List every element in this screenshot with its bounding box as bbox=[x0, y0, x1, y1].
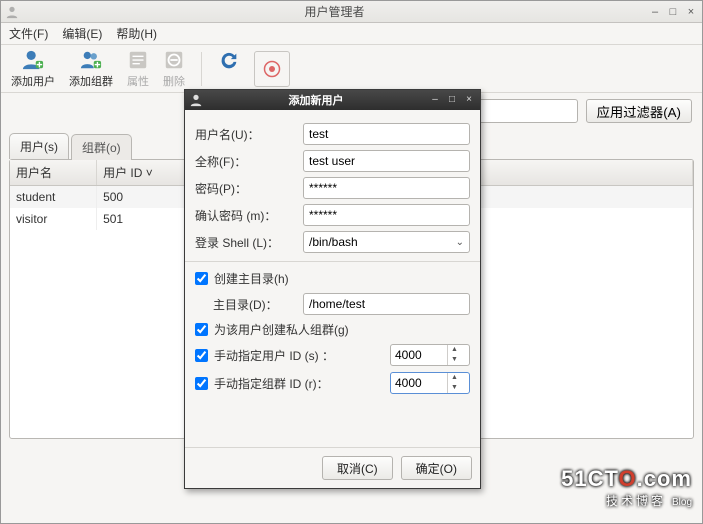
watermark: 51CTO.com 技术博客 Blog bbox=[561, 466, 692, 509]
down-arrow-icon[interactable]: ▼ bbox=[448, 355, 461, 365]
specify-gid-label: 手动指定组群 ID (r)： bbox=[214, 375, 384, 392]
cell-name: student bbox=[10, 186, 97, 209]
home-dir-label: 主目录(D)： bbox=[213, 296, 295, 313]
properties-label: 属性 bbox=[127, 73, 149, 89]
home-dir-field[interactable] bbox=[303, 293, 470, 315]
wm-1c: .com bbox=[637, 466, 692, 491]
down-arrow-icon[interactable]: ▼ bbox=[448, 383, 461, 393]
cancel-button[interactable]: 取消(C) bbox=[322, 456, 393, 480]
menu-file[interactable]: 文件(F) bbox=[9, 25, 48, 42]
shell-value: /bin/bash bbox=[309, 235, 358, 249]
tab-users[interactable]: 用户(s) bbox=[9, 133, 69, 159]
maximize-icon[interactable]: □ bbox=[666, 5, 680, 19]
chevron-down-icon: ⌄ bbox=[456, 237, 464, 248]
specify-uid-checkbox[interactable] bbox=[195, 349, 208, 362]
refresh-icon bbox=[218, 49, 240, 71]
private-group-box[interactable] bbox=[195, 323, 208, 336]
password-label: 密码(P)： bbox=[195, 180, 295, 197]
dialog-close-icon[interactable]: × bbox=[462, 93, 476, 107]
menu-edit[interactable]: 编辑(E) bbox=[62, 25, 102, 42]
confirm-label: 确认密码 (m)： bbox=[195, 207, 295, 224]
apply-filter-button[interactable]: 应用过滤器(A) bbox=[586, 99, 692, 123]
dialog-title: 添加新用户 bbox=[207, 92, 425, 108]
specify-uid-row: 手动指定用户 ID (s) ： ▲▼ bbox=[195, 344, 470, 366]
cell-name: visitor bbox=[10, 208, 97, 230]
menubar: 文件(F) 编辑(E) 帮助(H) bbox=[1, 23, 702, 45]
private-group-checkbox[interactable]: 为该用户创建私人组群(g) bbox=[195, 321, 470, 338]
properties-icon bbox=[127, 49, 149, 71]
menu-help[interactable]: 帮助(H) bbox=[116, 25, 157, 42]
wm-2b: Blog bbox=[672, 497, 692, 508]
username-field[interactable] bbox=[303, 123, 470, 145]
minimize-icon[interactable]: – bbox=[648, 5, 662, 19]
specify-uid-label: 手动指定用户 ID (s) ： bbox=[214, 347, 384, 364]
shell-label: 登录 Shell (L)： bbox=[195, 234, 295, 251]
dialog-body: 用户名(U)： 全称(F)： 密码(P)： 确认密码 (m)： 登录 Shell… bbox=[185, 110, 480, 408]
uid-stepper[interactable]: ▲▼ bbox=[390, 344, 470, 366]
fullname-label: 全称(F)： bbox=[195, 153, 295, 170]
separator bbox=[185, 261, 480, 262]
username-label: 用户名(U)： bbox=[195, 126, 295, 143]
create-home-box[interactable] bbox=[195, 272, 208, 285]
user-plus-icon bbox=[22, 49, 44, 71]
create-home-checkbox[interactable]: 创建主目录(h) bbox=[195, 270, 470, 287]
add-user-dialog: 添加新用户 – □ × 用户名(U)： 全称(F)： 密码(P)： 确认密码 (… bbox=[184, 89, 481, 489]
confirm-password-field[interactable] bbox=[303, 204, 470, 226]
shell-select[interactable]: /bin/bash ⌄ bbox=[303, 231, 470, 253]
dialog-app-icon bbox=[189, 93, 203, 107]
refresh-button[interactable]: 刷新 bbox=[218, 49, 240, 89]
dialog-minimize-icon[interactable]: – bbox=[428, 93, 442, 107]
delete-icon bbox=[163, 49, 185, 71]
fullname-field[interactable] bbox=[303, 150, 470, 172]
toolbar: 添加用户 添加组群 属性 删除 刷新 bbox=[1, 45, 702, 93]
app-icon bbox=[5, 5, 19, 19]
add-user-label: 添加用户 bbox=[11, 73, 55, 89]
uid-input[interactable] bbox=[391, 348, 447, 362]
wm-1a: 51CT bbox=[561, 466, 618, 491]
dialog-titlebar: 添加新用户 – □ × bbox=[185, 90, 480, 110]
dialog-footer: 取消(C) 确定(O) bbox=[185, 447, 480, 488]
col-username[interactable]: 用户名 bbox=[10, 160, 97, 186]
window-title: 用户管理者 bbox=[25, 3, 644, 20]
delete-label: 删除 bbox=[163, 73, 185, 89]
create-home-label: 创建主目录(h) bbox=[214, 270, 289, 287]
close-icon[interactable]: × bbox=[684, 5, 698, 19]
dialog-maximize-icon[interactable]: □ bbox=[445, 93, 459, 107]
add-group-label: 添加组群 bbox=[69, 73, 113, 89]
specify-gid-checkbox[interactable] bbox=[195, 377, 208, 390]
specify-gid-row: 手动指定组群 ID (r)： ▲▼ bbox=[195, 372, 470, 394]
toolbar-separator bbox=[201, 52, 202, 86]
main-titlebar: 用户管理者 – □ × bbox=[1, 1, 702, 23]
wm-1b: O bbox=[619, 466, 637, 491]
up-arrow-icon[interactable]: ▲ bbox=[448, 373, 461, 383]
delete-button[interactable]: 删除 bbox=[163, 49, 185, 89]
help-button[interactable] bbox=[254, 51, 290, 87]
add-group-button[interactable]: 添加组群 bbox=[69, 49, 113, 89]
private-group-label: 为该用户创建私人组群(g) bbox=[214, 321, 349, 338]
properties-button[interactable]: 属性 bbox=[127, 49, 149, 89]
tab-groups[interactable]: 组群(o) bbox=[71, 134, 132, 160]
help-icon bbox=[263, 60, 281, 78]
up-arrow-icon[interactable]: ▲ bbox=[448, 345, 461, 355]
add-user-button[interactable]: 添加用户 bbox=[11, 49, 55, 89]
gid-input[interactable] bbox=[391, 376, 447, 390]
wm-2: 技术博客 bbox=[606, 494, 666, 508]
group-plus-icon bbox=[80, 49, 102, 71]
password-field[interactable] bbox=[303, 177, 470, 199]
gid-stepper[interactable]: ▲▼ bbox=[390, 372, 470, 394]
ok-button[interactable]: 确定(O) bbox=[401, 456, 472, 480]
